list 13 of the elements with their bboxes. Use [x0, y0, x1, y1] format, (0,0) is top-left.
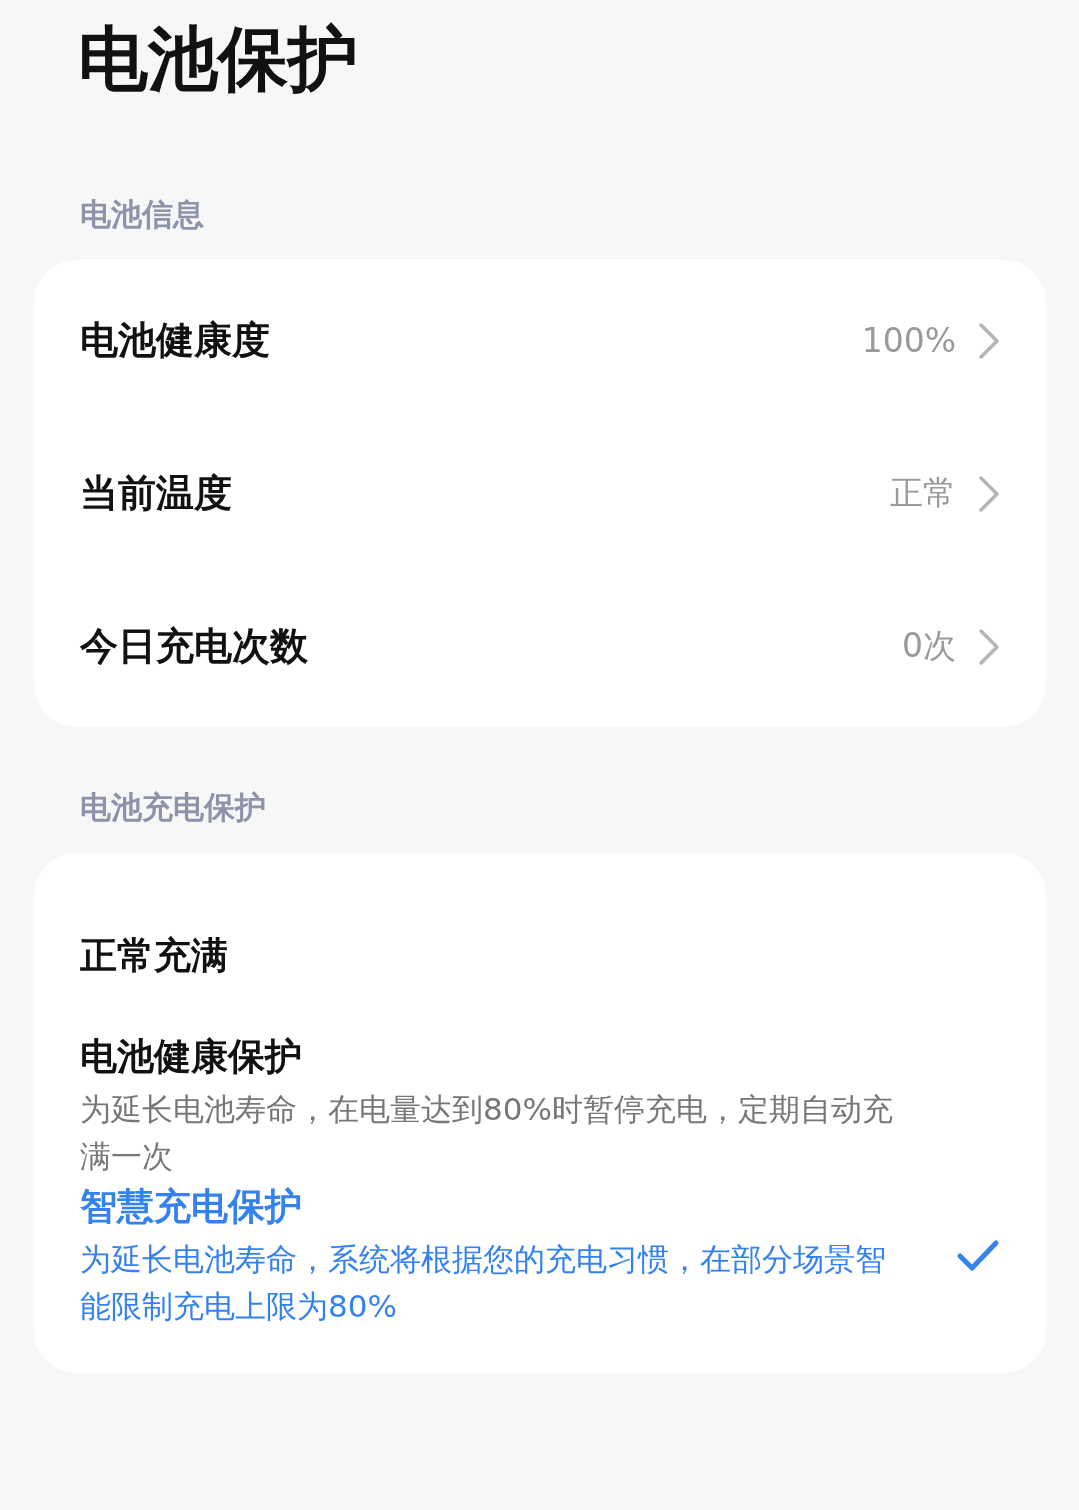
option-item[interactable]: 电池健康保护 为延长电池寿命，在电量达到80%时暂停充电，定期自动充满一次	[34, 1031, 1046, 1181]
checkmark-icon	[956, 1238, 1000, 1274]
section-header: 电池信息	[80, 195, 205, 234]
settings-row[interactable]: 电池健康度 100%	[34, 264, 1046, 417]
section-header: 电池充电保护	[80, 788, 267, 827]
chevron-icon	[978, 321, 1000, 360]
settings-row[interactable]: 今日充电次数 0次	[34, 570, 1046, 723]
settings-row[interactable]: 当前温度 正常	[34, 417, 1046, 570]
page-title: 电池保护	[78, 17, 359, 102]
chevron-icon	[978, 474, 1000, 513]
option-item[interactable]: 智慧充电保护 为延长电池寿命，系统将根据您的充电习惯，在部分场景智能限制充电上限为80%	[34, 1181, 1046, 1331]
chevron-icon	[978, 627, 1000, 666]
option-item[interactable]: 正常充满	[34, 881, 1046, 1031]
